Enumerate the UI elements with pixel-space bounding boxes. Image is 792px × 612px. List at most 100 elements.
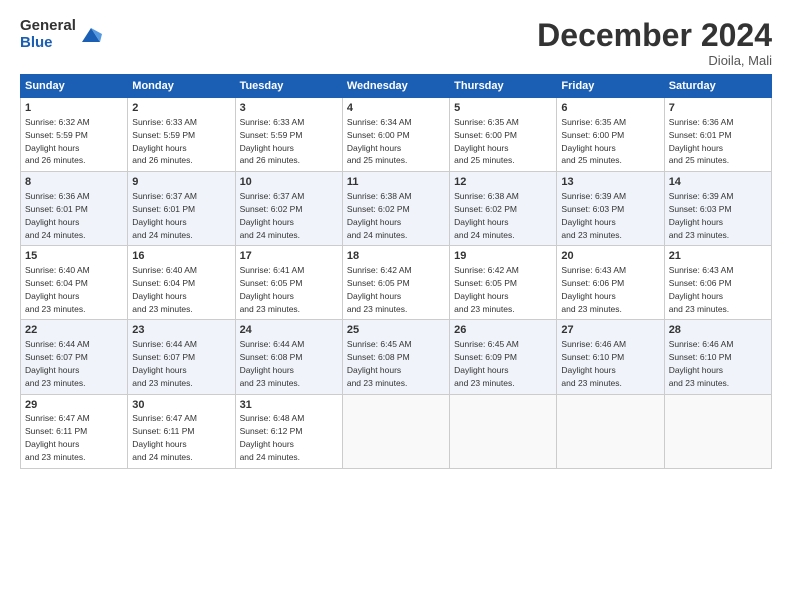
week-row-3: 15Sunrise: 6:40 AMSunset: 6:04 PMDayligh… <box>21 246 772 320</box>
table-row: 11Sunrise: 6:38 AMSunset: 6:02 PMDayligh… <box>342 172 449 246</box>
table-row: 27Sunrise: 6:46 AMSunset: 6:10 PMDayligh… <box>557 320 664 394</box>
day-content: Sunrise: 6:45 AMSunset: 6:09 PMDaylight … <box>454 339 519 387</box>
table-row <box>450 394 557 468</box>
day-number: 21 <box>669 249 767 264</box>
day-content: Sunrise: 6:33 AMSunset: 5:59 PMDaylight … <box>132 117 197 165</box>
table-row: 8Sunrise: 6:36 AMSunset: 6:01 PMDaylight… <box>21 172 128 246</box>
day-content: Sunrise: 6:40 AMSunset: 6:04 PMDaylight … <box>132 265 197 313</box>
logo-general-text: General <box>20 18 76 35</box>
day-number: 11 <box>347 175 445 190</box>
header-row: Sunday Monday Tuesday Wednesday Thursday… <box>21 75 772 98</box>
table-row: 9Sunrise: 6:37 AMSunset: 6:01 PMDaylight… <box>128 172 235 246</box>
day-content: Sunrise: 6:37 AMSunset: 6:02 PMDaylight … <box>240 191 305 239</box>
day-content: Sunrise: 6:40 AMSunset: 6:04 PMDaylight … <box>25 265 90 313</box>
day-content: Sunrise: 6:47 AMSunset: 6:11 PMDaylight … <box>25 413 90 461</box>
day-content: Sunrise: 6:39 AMSunset: 6:03 PMDaylight … <box>561 191 626 239</box>
day-content: Sunrise: 6:45 AMSunset: 6:08 PMDaylight … <box>347 339 412 387</box>
table-row: 4Sunrise: 6:34 AMSunset: 6:00 PMDaylight… <box>342 98 449 172</box>
logo-blue-text: Blue <box>20 35 76 52</box>
day-content: Sunrise: 6:44 AMSunset: 6:07 PMDaylight … <box>132 339 197 387</box>
table-row: 6Sunrise: 6:35 AMSunset: 6:00 PMDaylight… <box>557 98 664 172</box>
week-row-5: 29Sunrise: 6:47 AMSunset: 6:11 PMDayligh… <box>21 394 772 468</box>
day-number: 16 <box>132 249 230 264</box>
day-number: 25 <box>347 323 445 338</box>
header: General Blue December 2024 Dioila, Mali <box>20 18 772 68</box>
day-content: Sunrise: 6:44 AMSunset: 6:07 PMDaylight … <box>25 339 90 387</box>
table-row: 28Sunrise: 6:46 AMSunset: 6:10 PMDayligh… <box>664 320 771 394</box>
table-row: 1Sunrise: 6:32 AMSunset: 5:59 PMDaylight… <box>21 98 128 172</box>
day-number: 4 <box>347 101 445 116</box>
day-number: 20 <box>561 249 659 264</box>
day-content: Sunrise: 6:38 AMSunset: 6:02 PMDaylight … <box>454 191 519 239</box>
table-row: 15Sunrise: 6:40 AMSunset: 6:04 PMDayligh… <box>21 246 128 320</box>
col-monday: Monday <box>128 75 235 98</box>
table-row: 29Sunrise: 6:47 AMSunset: 6:11 PMDayligh… <box>21 394 128 468</box>
table-row: 31Sunrise: 6:48 AMSunset: 6:12 PMDayligh… <box>235 394 342 468</box>
table-row: 25Sunrise: 6:45 AMSunset: 6:08 PMDayligh… <box>342 320 449 394</box>
day-number: 19 <box>454 249 552 264</box>
table-row: 12Sunrise: 6:38 AMSunset: 6:02 PMDayligh… <box>450 172 557 246</box>
day-number: 31 <box>240 398 338 413</box>
day-number: 13 <box>561 175 659 190</box>
week-row-4: 22Sunrise: 6:44 AMSunset: 6:07 PMDayligh… <box>21 320 772 394</box>
day-content: Sunrise: 6:42 AMSunset: 6:05 PMDaylight … <box>454 265 519 313</box>
day-content: Sunrise: 6:39 AMSunset: 6:03 PMDaylight … <box>669 191 734 239</box>
day-content: Sunrise: 6:43 AMSunset: 6:06 PMDaylight … <box>669 265 734 313</box>
table-row: 2Sunrise: 6:33 AMSunset: 5:59 PMDaylight… <box>128 98 235 172</box>
table-row: 19Sunrise: 6:42 AMSunset: 6:05 PMDayligh… <box>450 246 557 320</box>
table-row: 18Sunrise: 6:42 AMSunset: 6:05 PMDayligh… <box>342 246 449 320</box>
table-row: 13Sunrise: 6:39 AMSunset: 6:03 PMDayligh… <box>557 172 664 246</box>
day-content: Sunrise: 6:46 AMSunset: 6:10 PMDaylight … <box>669 339 734 387</box>
day-content: Sunrise: 6:35 AMSunset: 6:00 PMDaylight … <box>454 117 519 165</box>
day-number: 27 <box>561 323 659 338</box>
day-content: Sunrise: 6:36 AMSunset: 6:01 PMDaylight … <box>669 117 734 165</box>
location-subtitle: Dioila, Mali <box>537 53 772 68</box>
day-number: 10 <box>240 175 338 190</box>
day-number: 12 <box>454 175 552 190</box>
day-content: Sunrise: 6:46 AMSunset: 6:10 PMDaylight … <box>561 339 626 387</box>
day-number: 6 <box>561 101 659 116</box>
day-number: 28 <box>669 323 767 338</box>
day-content: Sunrise: 6:32 AMSunset: 5:59 PMDaylight … <box>25 117 90 165</box>
day-number: 7 <box>669 101 767 116</box>
day-content: Sunrise: 6:47 AMSunset: 6:11 PMDaylight … <box>132 413 197 461</box>
col-saturday: Saturday <box>664 75 771 98</box>
day-number: 18 <box>347 249 445 264</box>
day-number: 24 <box>240 323 338 338</box>
table-row: 24Sunrise: 6:44 AMSunset: 6:08 PMDayligh… <box>235 320 342 394</box>
table-row: 14Sunrise: 6:39 AMSunset: 6:03 PMDayligh… <box>664 172 771 246</box>
day-content: Sunrise: 6:36 AMSunset: 6:01 PMDaylight … <box>25 191 90 239</box>
day-number: 14 <box>669 175 767 190</box>
table-row: 7Sunrise: 6:36 AMSunset: 6:01 PMDaylight… <box>664 98 771 172</box>
day-content: Sunrise: 6:33 AMSunset: 5:59 PMDaylight … <box>240 117 305 165</box>
table-row: 22Sunrise: 6:44 AMSunset: 6:07 PMDayligh… <box>21 320 128 394</box>
day-number: 22 <box>25 323 123 338</box>
table-row: 23Sunrise: 6:44 AMSunset: 6:07 PMDayligh… <box>128 320 235 394</box>
week-row-2: 8Sunrise: 6:36 AMSunset: 6:01 PMDaylight… <box>21 172 772 246</box>
week-row-1: 1Sunrise: 6:32 AMSunset: 5:59 PMDaylight… <box>21 98 772 172</box>
table-row <box>557 394 664 468</box>
month-title: December 2024 <box>537 18 772 53</box>
day-content: Sunrise: 6:37 AMSunset: 6:01 PMDaylight … <box>132 191 197 239</box>
day-number: 29 <box>25 398 123 413</box>
col-friday: Friday <box>557 75 664 98</box>
day-number: 26 <box>454 323 552 338</box>
table-row: 16Sunrise: 6:40 AMSunset: 6:04 PMDayligh… <box>128 246 235 320</box>
logo-icon <box>80 24 102 46</box>
day-number: 8 <box>25 175 123 190</box>
day-number: 2 <box>132 101 230 116</box>
table-row: 30Sunrise: 6:47 AMSunset: 6:11 PMDayligh… <box>128 394 235 468</box>
day-number: 30 <box>132 398 230 413</box>
day-number: 23 <box>132 323 230 338</box>
table-row: 5Sunrise: 6:35 AMSunset: 6:00 PMDaylight… <box>450 98 557 172</box>
day-content: Sunrise: 6:34 AMSunset: 6:00 PMDaylight … <box>347 117 412 165</box>
table-row: 3Sunrise: 6:33 AMSunset: 5:59 PMDaylight… <box>235 98 342 172</box>
day-content: Sunrise: 6:35 AMSunset: 6:00 PMDaylight … <box>561 117 626 165</box>
table-row: 10Sunrise: 6:37 AMSunset: 6:02 PMDayligh… <box>235 172 342 246</box>
day-number: 5 <box>454 101 552 116</box>
day-content: Sunrise: 6:41 AMSunset: 6:05 PMDaylight … <box>240 265 305 313</box>
day-number: 1 <box>25 101 123 116</box>
calendar-page: General Blue December 2024 Dioila, Mali … <box>0 0 792 612</box>
col-sunday: Sunday <box>21 75 128 98</box>
table-row: 20Sunrise: 6:43 AMSunset: 6:06 PMDayligh… <box>557 246 664 320</box>
